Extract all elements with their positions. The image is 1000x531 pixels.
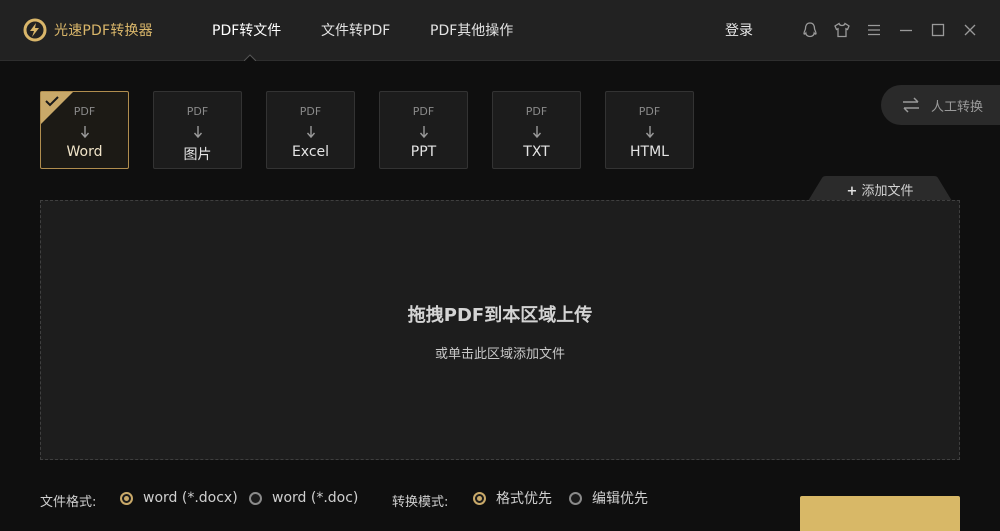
radio-dot — [120, 491, 133, 505]
format-source: PDF — [73, 105, 96, 118]
app-logo: 光速PDF转换器 — [22, 16, 153, 44]
tab-pdf-other[interactable]: PDF其他操作 — [430, 20, 513, 42]
format-target: TXT — [523, 144, 550, 160]
down-arrow-icon — [41, 124, 128, 140]
lightning-logo-icon — [23, 18, 47, 42]
format-target: PPT — [410, 144, 437, 160]
app-title: 光速PDF转换器 — [54, 23, 153, 39]
active-tab-caret-icon — [244, 54, 256, 61]
format-source: PDF — [186, 105, 209, 118]
format-card-excel[interactable]: PDF Excel — [266, 91, 355, 169]
radio-dot — [249, 491, 262, 505]
start-convert-button[interactable] — [800, 496, 960, 531]
format-source: PDF — [412, 105, 435, 118]
shirt-icon[interactable] — [831, 19, 853, 41]
down-arrow-icon — [380, 124, 467, 140]
format-target: 图片 — [183, 147, 212, 163]
down-arrow-icon — [493, 124, 580, 140]
format-card-html[interactable]: PDF HTML — [605, 91, 694, 169]
menu-icon[interactable] — [863, 19, 885, 41]
close-icon[interactable] — [959, 19, 981, 41]
radio-doc[interactable]: word (*.doc) — [249, 488, 358, 508]
radio-label: word (*.docx) — [143, 490, 238, 506]
format-source: PDF — [525, 105, 548, 118]
plus-icon: + — [846, 184, 858, 199]
radio-format-priority[interactable]: 格式优先 — [473, 488, 552, 508]
qq-icon[interactable] — [799, 19, 821, 41]
format-card-txt[interactable]: PDF TXT — [492, 91, 581, 169]
format-target: HTML — [630, 144, 669, 160]
format-card-word[interactable]: PDF Word — [40, 91, 129, 169]
down-arrow-icon — [606, 124, 693, 140]
format-card-image[interactable]: PDF 图片 — [153, 91, 242, 169]
format-card-ppt[interactable]: PDF PPT — [379, 91, 468, 169]
manual-convert-button[interactable]: 人工转换 — [881, 85, 1000, 125]
down-arrow-icon — [267, 124, 354, 140]
title-bar: 光速PDF转换器 PDF转文件 文件转PDF PDF其他操作 登录 — [0, 0, 1000, 61]
minimize-icon[interactable] — [895, 19, 917, 41]
radio-label: word (*.doc) — [272, 490, 359, 506]
add-file-button[interactable]: + 添加文件 — [808, 176, 952, 201]
radio-dot — [569, 491, 582, 505]
manual-convert-label: 人工转换 — [931, 99, 984, 115]
add-file-label: 添加文件 — [861, 184, 914, 199]
login-button[interactable]: 登录 — [725, 20, 753, 42]
format-source: PDF — [638, 105, 661, 118]
radio-edit-priority[interactable]: 编辑优先 — [569, 488, 648, 508]
down-arrow-icon — [154, 124, 241, 140]
drop-zone-subtitle: 或单击此区域添加文件 — [434, 347, 565, 362]
swap-arrows-icon — [903, 97, 919, 113]
drop-zone[interactable]: 拖拽PDF到本区域上传 或单击此区域添加文件 — [40, 200, 960, 460]
tab-pdf-to-file[interactable]: PDF转文件 — [212, 20, 281, 42]
convert-mode-label: 转换模式: — [392, 495, 449, 510]
radio-docx[interactable]: word (*.docx) — [120, 488, 238, 508]
format-source: PDF — [299, 105, 322, 118]
tab-file-to-pdf[interactable]: 文件转PDF — [321, 20, 390, 42]
file-format-label: 文件格式: — [40, 495, 97, 510]
format-target: Word — [66, 144, 103, 160]
format-target: Excel — [291, 144, 330, 160]
drop-zone-title: 拖拽PDF到本区域上传 — [407, 305, 593, 326]
radio-label: 格式优先 — [496, 491, 552, 507]
maximize-icon[interactable] — [927, 19, 949, 41]
radio-label: 编辑优先 — [592, 491, 648, 507]
radio-dot — [473, 491, 486, 505]
